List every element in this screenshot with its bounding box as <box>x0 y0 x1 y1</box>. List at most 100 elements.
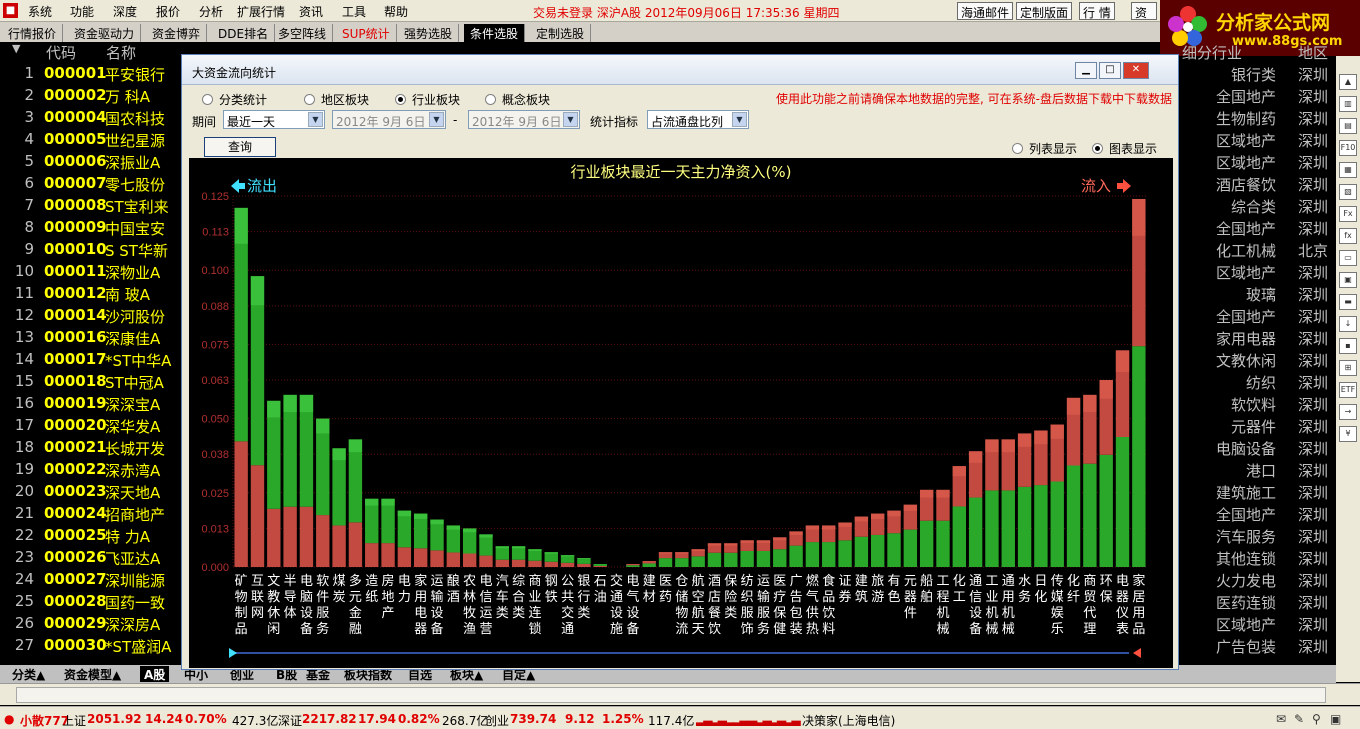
custom-layout-button[interactable]: 定制版面 <box>1016 2 1073 20</box>
bar-lower-segment <box>446 552 461 567</box>
lock-icon[interactable]: ▪ <box>1339 338 1357 354</box>
tab-quote[interactable]: 行情报价 <box>2 24 64 42</box>
category-label: 造纸 <box>365 574 378 605</box>
query-button[interactable]: 查询 <box>204 137 276 157</box>
grid-icon[interactable]: ⊞ <box>1339 360 1357 376</box>
info-button[interactable]: 资 <box>1131 2 1157 20</box>
menu-depth[interactable]: 深度 <box>113 3 137 20</box>
radio-region-sector[interactable]: 地区板块 <box>304 91 369 108</box>
tab-fund-driver[interactable]: 资金驱动力 <box>68 24 142 42</box>
doc-icon[interactable]: ▦ <box>1339 162 1357 178</box>
row-number: 25 <box>14 592 34 610</box>
industry: 全国地产 <box>1215 506 1276 524</box>
fx-icon[interactable]: Fx <box>1339 206 1357 222</box>
tray-icon[interactable]: ▣ <box>1330 712 1341 726</box>
radio-list-view[interactable]: 列表显示 <box>1012 140 1077 157</box>
formula-icon[interactable]: fx <box>1339 228 1357 244</box>
tab-sup-stats[interactable]: SUP统计 <box>336 24 397 42</box>
dialog-title-bar[interactable]: 大资金流向统计 ▁ □ ✕ <box>182 55 1178 85</box>
region: 深圳 <box>1298 66 1329 84</box>
bar-cap <box>740 540 754 543</box>
tile-icon[interactable]: ▣ <box>1339 272 1357 288</box>
quote-button[interactable]: 行 情 <box>1079 2 1115 20</box>
note-icon[interactable]: ▧ <box>1339 184 1357 200</box>
radio-dot-icon <box>1012 143 1023 154</box>
window-icon[interactable]: ▭ <box>1339 250 1357 266</box>
menu-system[interactable]: 系统 <box>28 3 52 20</box>
header-code[interactable]: 代码 <box>46 42 76 62</box>
message-icon[interactable]: ✎ <box>1294 712 1304 726</box>
period-select[interactable]: 最近一天 ▼ <box>223 110 325 129</box>
header-region[interactable]: 地区 <box>1298 42 1328 62</box>
bar-lower-segment <box>626 565 640 567</box>
stock-name: 深天地A <box>105 484 161 502</box>
tab-custom-pick[interactable]: 定制选股 <box>530 24 592 42</box>
tab-a-share[interactable]: A股 <box>140 666 170 682</box>
f10-icon[interactable]: F10 <box>1339 140 1357 156</box>
category-label: 矿物制品 <box>235 574 248 637</box>
tab-condition-pick[interactable]: 条件选股 <box>464 24 526 42</box>
header-industry[interactable]: 细分行业 <box>1182 42 1242 62</box>
tab-long-short[interactable]: 多空阵线 <box>272 24 334 42</box>
scrollbar-thumb[interactable] <box>16 687 1326 703</box>
kline-icon[interactable]: ▥ <box>1339 96 1357 112</box>
mail-icon[interactable]: ✉ <box>1276 712 1286 726</box>
menu-extended[interactable]: 扩展行情 <box>237 3 285 20</box>
app-window: ■ 系统 功能 深度 报价 分析 扩展行情 资讯 工具 帮助 交易未登录 深沪A… <box>0 0 1360 729</box>
bar-lower-segment <box>234 441 248 567</box>
sheet-icon[interactable]: ▤ <box>1339 118 1357 134</box>
minimize-icon[interactable]: ▁ <box>1075 62 1097 79</box>
horizontal-scrollbar[interactable] <box>0 683 1360 705</box>
tab-dde-rank[interactable]: DDE排名 <box>212 24 276 42</box>
chart-icon[interactable]: ▲ <box>1339 74 1357 90</box>
outflow-label: 流出 <box>247 177 277 195</box>
close-icon[interactable]: ✕ <box>1123 62 1149 79</box>
stock-code: 000024 <box>44 504 107 522</box>
menu-analysis[interactable]: 分析 <box>199 3 223 20</box>
bar-lower-segment <box>479 555 493 567</box>
bar-cap <box>642 561 656 562</box>
menu-function[interactable]: 功能 <box>70 3 94 20</box>
arrow-right-icon[interactable]: → <box>1339 404 1357 420</box>
sort-arrow-icon[interactable]: ▼ <box>12 42 20 62</box>
network-icon[interactable]: ⚲ <box>1312 712 1321 726</box>
period-label: 期间 <box>192 115 217 129</box>
bar-cap <box>332 448 346 461</box>
radio-concept-sector[interactable]: 概念板块 <box>485 91 550 108</box>
region: 深圳 <box>1298 374 1329 392</box>
mail-button[interactable]: 海通邮件 <box>957 2 1014 20</box>
category-label: 水务 <box>1018 574 1031 605</box>
menu-tools[interactable]: 工具 <box>342 3 366 20</box>
menu-news[interactable]: 资讯 <box>299 3 323 20</box>
stock-name: 特 力A <box>105 528 151 546</box>
radio-industry-sector[interactable]: 行业板块 <box>395 91 460 108</box>
menu-quote[interactable]: 报价 <box>156 3 180 20</box>
bar-lower-segment <box>1132 346 1146 567</box>
tab-fund-model[interactable]: 资金模型▲ <box>60 666 125 682</box>
etf-icon[interactable]: ETF <box>1339 382 1357 398</box>
radio-chart-view[interactable]: 图表显示 <box>1092 140 1157 157</box>
folder-icon[interactable]: ▬ <box>1339 294 1357 310</box>
bar-lower-segment <box>414 548 428 567</box>
money-icon[interactable]: ¥ <box>1339 426 1357 442</box>
radio-category-stats[interactable]: 分类统计 <box>202 91 267 108</box>
category-label: 酿酒 <box>447 573 460 605</box>
tab-fund-game[interactable]: 资金博弈 <box>146 24 208 42</box>
bar-cap <box>348 439 363 453</box>
stock-code: 000018 <box>44 372 107 390</box>
bar-lower-segment <box>871 534 885 567</box>
category-label: 家用电器 <box>414 573 427 637</box>
metric-select[interactable]: 占流通盘比列 ▼ <box>647 110 749 129</box>
maximize-icon[interactable]: □ <box>1099 62 1121 79</box>
tab-category[interactable]: 分类▲ <box>8 666 49 682</box>
date-to-picker[interactable]: 2012年 9月 6日 ▼ <box>468 110 580 129</box>
region: 深圳 <box>1298 154 1329 172</box>
row-number: 5 <box>24 152 34 170</box>
menu-help[interactable]: 帮助 <box>384 3 408 20</box>
date-from-picker[interactable]: 2012年 9月 6日 ▼ <box>332 110 446 129</box>
bar-cap <box>283 394 297 413</box>
tab-strong-pick[interactable]: 强势选股 <box>398 24 460 42</box>
header-name[interactable]: 名称 <box>106 42 136 62</box>
region: 深圳 <box>1298 176 1329 194</box>
sort-icon[interactable]: ↓ <box>1339 316 1357 332</box>
